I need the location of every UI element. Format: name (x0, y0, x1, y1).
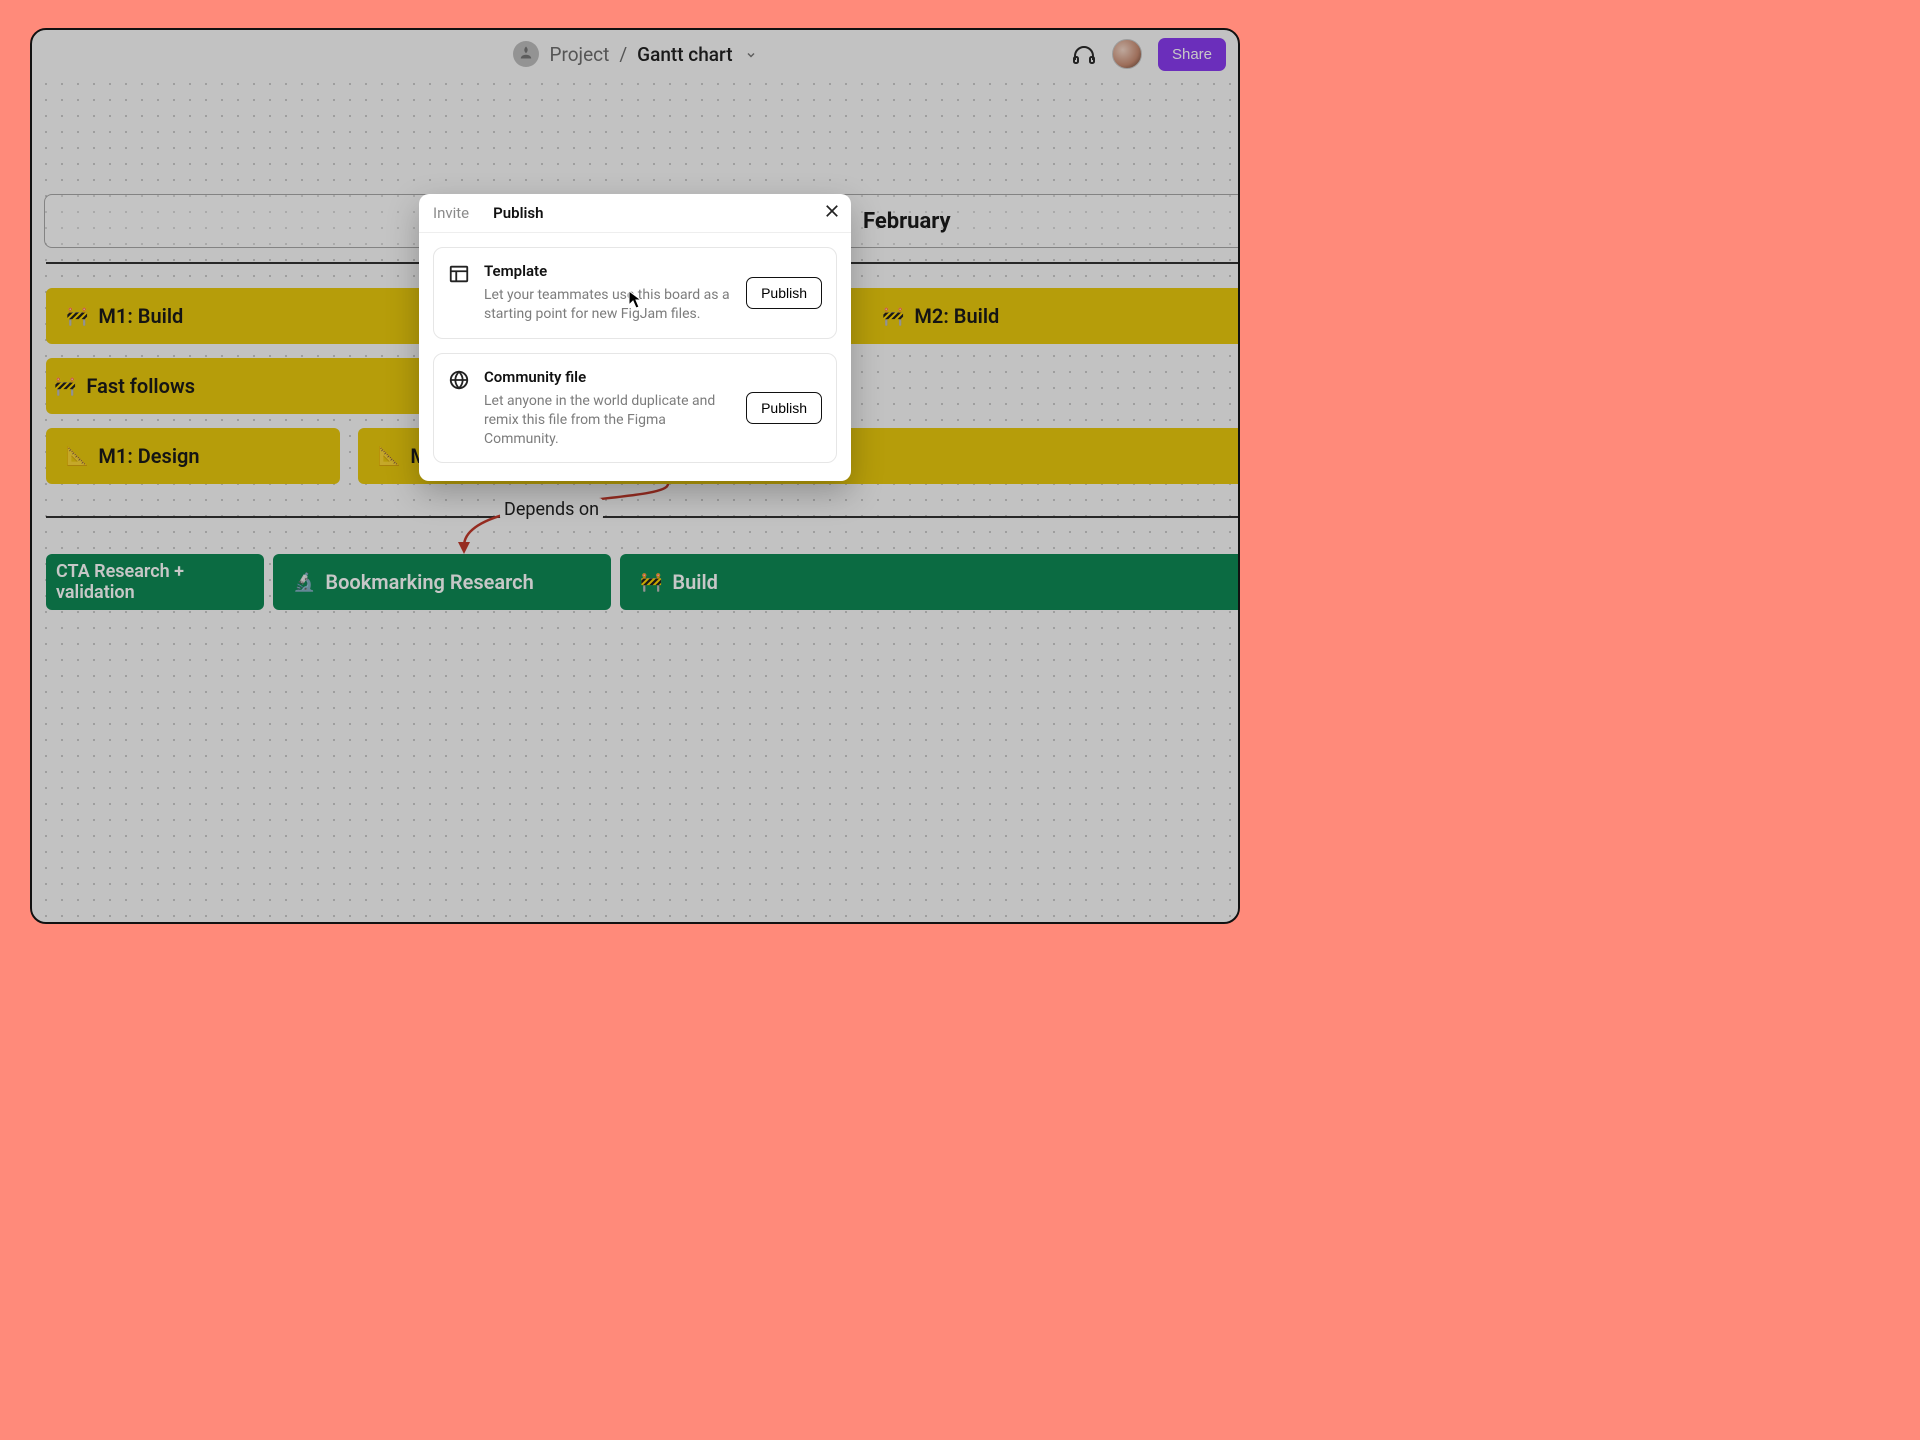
tab-invite[interactable]: Invite (433, 204, 469, 222)
template-description: Let your teammates use this board as a s… (484, 286, 732, 324)
publish-community-card: Community file Let anyone in the world d… (433, 353, 837, 464)
globe-icon (448, 369, 470, 391)
publish-community-button[interactable]: Publish (746, 392, 822, 424)
community-description: Let anyone in the world duplicate and re… (484, 392, 732, 449)
modal-header: Invite Publish (419, 194, 851, 233)
close-icon[interactable] (823, 202, 841, 224)
publish-template-button[interactable]: Publish (746, 277, 822, 309)
tab-publish[interactable]: Publish (493, 204, 543, 222)
mouse-cursor-icon (628, 290, 644, 314)
template-icon (448, 263, 470, 285)
template-title: Template (484, 262, 732, 280)
community-title: Community file (484, 368, 732, 386)
publish-modal: Invite Publish Template Let your teammat… (419, 194, 851, 481)
